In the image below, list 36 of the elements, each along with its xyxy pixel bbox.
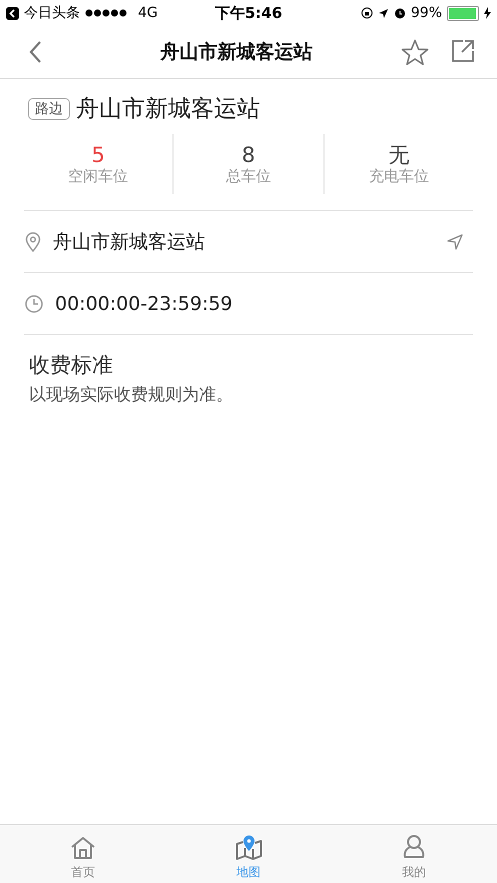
signal-icon [85, 9, 127, 17]
star-icon[interactable] [401, 38, 429, 66]
tab-item[interactable]: 首页 [0, 825, 166, 883]
clock-icon [25, 294, 43, 312]
share-icon[interactable] [451, 38, 475, 62]
map-pin-icon [234, 834, 262, 860]
fee-description: 以现场实际收费规则为准。 [29, 384, 234, 406]
network-label: 4G [138, 5, 158, 21]
rotation-lock-icon [360, 7, 373, 19]
category-tag: 路边 [28, 98, 70, 120]
stat-value: 5 [91, 142, 105, 166]
battery-icon [447, 6, 479, 20]
navigate-icon[interactable] [447, 234, 463, 250]
stat-value: 8 [242, 142, 256, 166]
location-icon [378, 8, 389, 18]
station-name: 舟山市新城客运站 [76, 95, 260, 124]
stat-label: 充电车位 [368, 166, 429, 186]
battery-percent: 99% [410, 5, 442, 21]
stat-label: 空闲车位 [68, 166, 128, 186]
tab-item[interactable]: 地图 [166, 825, 332, 883]
opening-hours: 00:00:00-23:59:59 [55, 292, 234, 314]
clock: 下午5:46 [214, 4, 282, 22]
page-title: 舟山市新城客运站 [159, 40, 314, 65]
charging-icon [484, 7, 491, 19]
tab-item[interactable]: 我的 [331, 825, 497, 883]
stat-label: 总车位 [226, 166, 271, 186]
alarm-icon [394, 7, 406, 19]
address-text: 舟山市新城客运站 [53, 230, 206, 254]
stat-value: 无 [388, 142, 410, 166]
section-title: 收费标准 [29, 352, 114, 379]
home-icon [70, 836, 96, 860]
location-pin-icon [25, 232, 41, 252]
user-icon [402, 834, 426, 860]
back-app-label[interactable]: 今日头条 [24, 4, 80, 22]
back-icon[interactable] [28, 40, 42, 64]
back-app-icon[interactable] [6, 6, 19, 20]
